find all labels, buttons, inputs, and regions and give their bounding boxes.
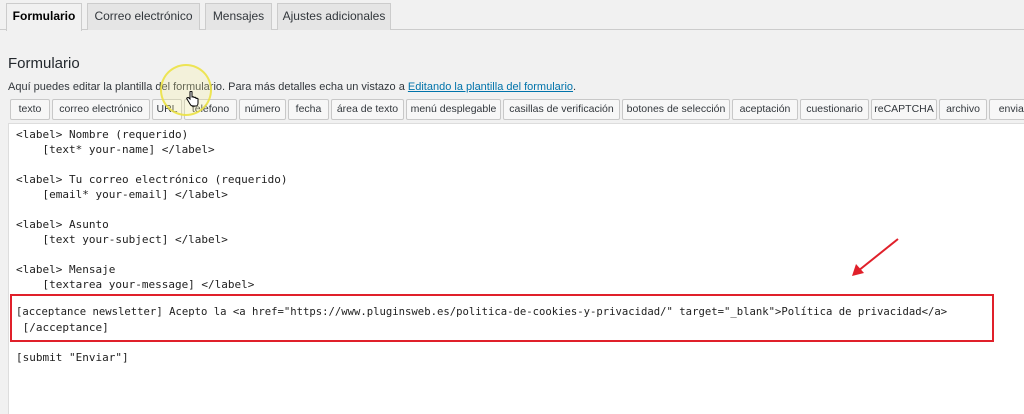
tag-button-archivo[interactable]: archivo [939, 99, 987, 120]
editor-line: <label> Mensaje [16, 263, 116, 276]
tag-button-area-texto[interactable]: área de texto [331, 99, 404, 120]
editor-line: <label> Asunto [16, 218, 109, 231]
tab-formulario[interactable]: Formulario [6, 3, 82, 31]
tag-button-fecha[interactable]: fecha [288, 99, 329, 120]
cursor-highlight [160, 64, 212, 116]
editor-line: [textarea your-message] </label> [16, 278, 255, 291]
tab-ajustes-adicionales[interactable]: Ajustes adicionales [277, 3, 391, 30]
tag-button-aceptacion[interactable]: aceptación [732, 99, 798, 120]
red-arrow-icon [852, 238, 899, 276]
description-link[interactable]: Editando la plantilla del formulario [408, 81, 573, 93]
editor-line: [email* your-email] </label> [16, 188, 228, 201]
tab-correo-electronico[interactable]: Correo electrónico [87, 3, 200, 30]
highlight-box [10, 294, 994, 342]
tag-generator-bar: texto correo electrónico URL teléfono nú… [8, 99, 1024, 121]
tag-button-recaptcha[interactable]: reCAPTCHA [871, 99, 937, 120]
tag-button-enviar[interactable]: enviar [989, 99, 1024, 120]
tab-bar: Formulario Correo electrónico Mensajes A… [0, 0, 1024, 31]
tab-mensajes[interactable]: Mensajes [205, 3, 272, 30]
panel-title: Formulario [8, 55, 80, 72]
tag-button-menu-desplegable[interactable]: menú desplegable [406, 99, 501, 120]
description-suffix: . [573, 81, 577, 93]
tag-button-cuestionario[interactable]: cuestionario [800, 99, 869, 120]
editor-line: [text your-subject] </label> [16, 233, 228, 246]
editor-line: <label> Tu correo electrónico (requerido… [16, 173, 288, 186]
tag-button-texto[interactable]: texto [10, 99, 50, 120]
editor-line: [text* your-name] </label> [16, 143, 215, 156]
tag-button-casillas[interactable]: casillas de verificación [503, 99, 620, 120]
tag-button-correo[interactable]: correo electrónico [52, 99, 150, 120]
editor-line: <label> Nombre (requerido) [16, 128, 189, 141]
tag-button-botones-seleccion[interactable]: botones de selección [622, 99, 730, 120]
panel-description: Aquí puedes editar la plantilla del form… [8, 81, 576, 93]
hand-pointer-icon [186, 91, 199, 107]
editor-line-submit: [submit "Enviar"] [16, 351, 129, 364]
tag-button-numero[interactable]: número [239, 99, 286, 120]
